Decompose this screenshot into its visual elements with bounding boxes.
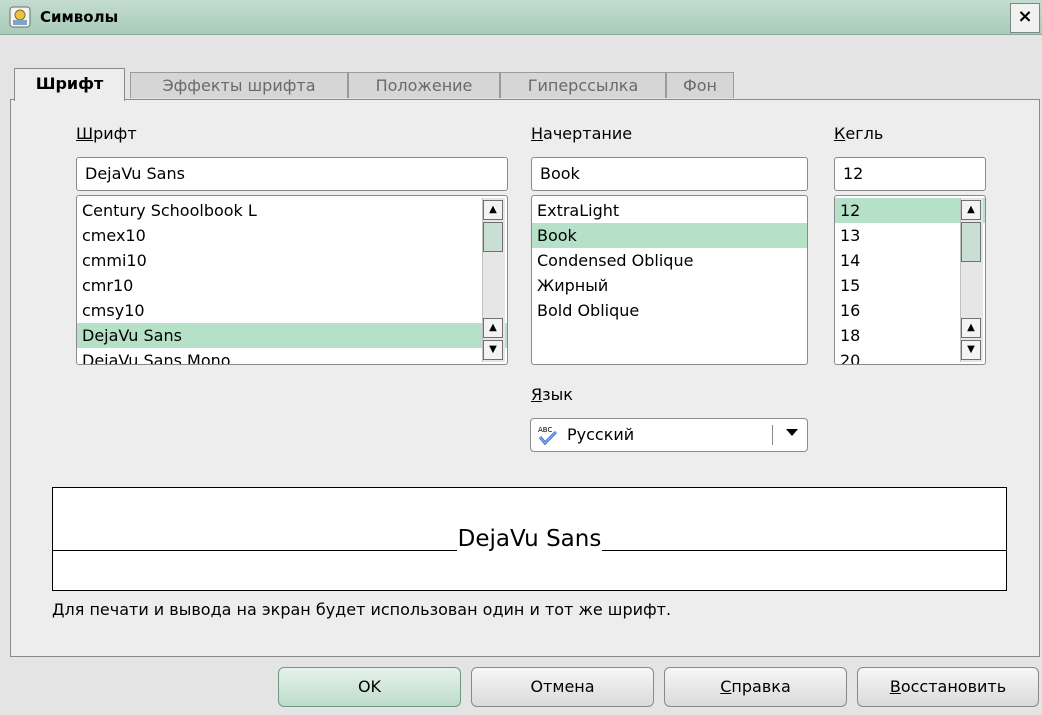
info-note: Для печати и вывода на экран будет испол… bbox=[52, 600, 672, 619]
style-list-item[interactable]: Жирный bbox=[532, 273, 807, 298]
spellcheck-icon: ABC bbox=[538, 426, 558, 446]
font-preview: DejaVu Sans bbox=[52, 487, 1007, 591]
scroll-down-icon[interactable]: ▼ bbox=[483, 340, 503, 360]
spellcheck-icon-text: ABC bbox=[538, 426, 552, 434]
title-bar: Символы × bbox=[0, 0, 1042, 35]
size-input[interactable]: 12 bbox=[834, 157, 986, 191]
scroll-thumb[interactable] bbox=[961, 222, 981, 262]
style-label: Начертание bbox=[531, 124, 633, 143]
font-name-input[interactable]: DejaVu Sans bbox=[76, 157, 508, 191]
style-list[interactable]: ExtraLight Book Condensed Oblique Жирный Bol… bbox=[531, 195, 808, 365]
font-list-item[interactable]: cmr10 bbox=[77, 273, 507, 298]
language-label: Язык bbox=[531, 385, 573, 404]
scroll-thumb[interactable] bbox=[483, 222, 503, 252]
scroll-up-icon[interactable]: ▲ bbox=[961, 200, 981, 220]
tab-label: Эффекты шрифта bbox=[162, 76, 316, 95]
scroll-up-icon[interactable]: ▲ bbox=[483, 200, 503, 220]
tab-label: Шрифт bbox=[35, 74, 104, 93]
tab-label: Гиперссылка bbox=[527, 76, 639, 95]
preview-text: DejaVu Sans bbox=[456, 526, 603, 552]
dropdown-separator bbox=[772, 425, 773, 445]
size-label: Кегль bbox=[834, 124, 884, 143]
style-list-item[interactable]: Bold Oblique bbox=[532, 298, 807, 323]
language-value: Русский bbox=[567, 425, 635, 444]
tab-hyperlink[interactable]: Гиперссылка bbox=[500, 72, 666, 98]
font-list-item[interactable]: DejaVu Sans bbox=[77, 323, 507, 348]
reset-button[interactable]: Восстановить bbox=[857, 667, 1039, 707]
font-list[interactable]: Century Schoolbook Lcmex10 cmmi10 cmr10 cms… bbox=[76, 195, 508, 365]
window-title: Символы bbox=[40, 8, 119, 26]
style-list-item[interactable]: Condensed Oblique bbox=[532, 248, 807, 273]
scroll-up-icon[interactable]: ▲ bbox=[483, 318, 503, 338]
font-list-scrollbar[interactable]: ▲ ▲ ▼ bbox=[482, 198, 505, 362]
style-list-items: ExtraLight Book Condensed Oblique Жирный Bol… bbox=[532, 198, 807, 323]
cancel-button[interactable]: Отмена bbox=[471, 667, 654, 707]
style-list-item[interactable]: Book bbox=[532, 223, 807, 248]
font-list-item[interactable]: Century Schoolbook L bbox=[77, 198, 507, 223]
font-label: Шрифт bbox=[76, 124, 137, 143]
font-list-items: Century Schoolbook Lcmex10 cmmi10 cmr10 cms… bbox=[77, 198, 507, 364]
font-list-item[interactable]: DejaVu Sans Mono bbox=[77, 348, 507, 364]
tab-position[interactable]: Положение bbox=[348, 72, 500, 98]
size-list[interactable]: 12 13 14 15 16 18 20 ▲ ▲ ▼ bbox=[834, 195, 986, 365]
cancel-label: Отмена bbox=[530, 677, 595, 696]
ok-button[interactable]: OK bbox=[278, 667, 461, 707]
close-icon: × bbox=[1017, 6, 1033, 27]
font-list-item[interactable]: cmmi10 bbox=[77, 248, 507, 273]
tab-font[interactable]: Шрифт bbox=[14, 68, 125, 101]
close-button[interactable]: × bbox=[1010, 3, 1040, 33]
app-icon bbox=[9, 6, 31, 28]
scroll-up-icon[interactable]: ▲ bbox=[961, 318, 981, 338]
font-list-item[interactable]: cmex10 bbox=[77, 223, 507, 248]
chevron-down-icon[interactable] bbox=[786, 429, 798, 436]
scroll-down-icon[interactable]: ▼ bbox=[961, 340, 981, 360]
size-list-scrollbar[interactable]: ▲ ▲ ▼ bbox=[960, 198, 983, 362]
style-input[interactable]: Book bbox=[531, 157, 808, 191]
font-list-item[interactable]: cmsy10 bbox=[77, 298, 507, 323]
help-label: Справка bbox=[720, 677, 791, 696]
language-select[interactable]: ABC Русский bbox=[530, 418, 808, 452]
tab-font-effects[interactable]: Эффекты шрифта bbox=[130, 72, 348, 98]
reset-label: Восстановить bbox=[889, 677, 1007, 696]
tab-label: Положение bbox=[375, 76, 473, 95]
help-button[interactable]: Справка bbox=[664, 667, 847, 707]
tab-label: Фон bbox=[682, 76, 718, 95]
ok-label: OK bbox=[357, 677, 382, 696]
tab-background[interactable]: Фон bbox=[666, 72, 734, 98]
preview-text-wrap: DejaVu Sans bbox=[53, 526, 1006, 552]
style-list-item[interactable]: ExtraLight bbox=[532, 198, 807, 223]
